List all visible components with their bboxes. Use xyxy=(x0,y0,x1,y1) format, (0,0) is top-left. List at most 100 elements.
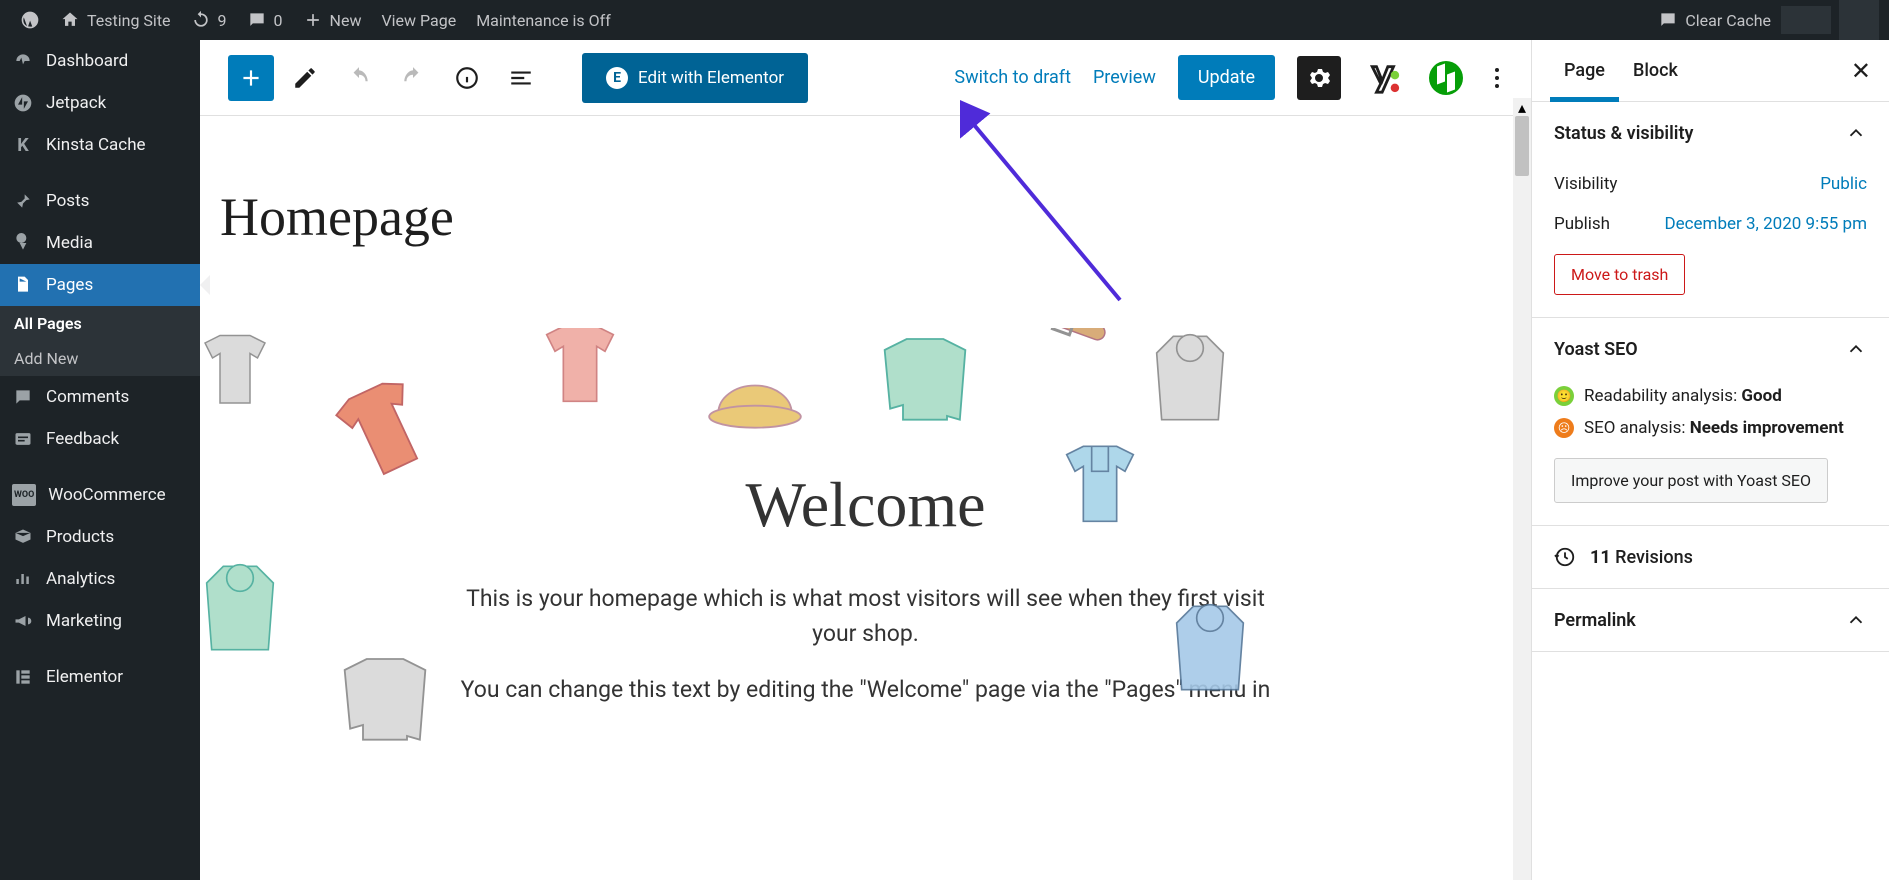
tshirt-pink-icon xyxy=(530,328,630,418)
sidebar-item-posts[interactable]: Posts xyxy=(0,180,200,222)
hoodie-blue-icon xyxy=(1160,598,1260,698)
admin-bar-placeholder-2 xyxy=(1839,0,1879,40)
update-button[interactable]: Update xyxy=(1178,55,1275,100)
home-icon xyxy=(60,10,80,30)
yoast-panel-toggle[interactable]: Yoast SEO xyxy=(1532,318,1889,380)
preview-link[interactable]: Preview xyxy=(1093,67,1156,88)
scrollbar-up-icon[interactable]: ▴ xyxy=(1513,98,1531,116)
comment-icon xyxy=(247,10,267,30)
belt-icon xyxy=(1015,328,1115,357)
canvas-scrollbar[interactable]: ▴ xyxy=(1513,116,1531,880)
megaphone-icon xyxy=(12,610,34,632)
redo-button[interactable] xyxy=(390,55,436,101)
hero-heading[interactable]: Welcome xyxy=(240,468,1491,542)
status-visibility-toggle[interactable]: Status & visibility xyxy=(1532,102,1889,164)
kinsta-icon: K xyxy=(12,134,34,156)
jacket-gray-icon xyxy=(330,648,440,758)
analytics-icon xyxy=(12,568,34,590)
comments-count: 0 xyxy=(274,11,283,30)
readability-row[interactable]: 🙂 Readability analysis: Good xyxy=(1554,380,1867,412)
admin-bar: Testing Site 9 0 New View Page Maintenan… xyxy=(0,0,1889,40)
view-page-link[interactable]: View Page xyxy=(371,0,466,40)
new-label: New xyxy=(330,11,362,30)
edit-with-elementor-button[interactable]: E Edit with Elementor xyxy=(582,53,808,103)
sidebar-item-elementor[interactable]: Elementor xyxy=(0,656,200,698)
settings-button[interactable] xyxy=(1297,56,1341,100)
new-link[interactable]: New xyxy=(293,0,372,40)
sidebar-item-jetpack[interactable]: Jetpack xyxy=(0,82,200,124)
clear-cache-link[interactable]: Clear Cache xyxy=(1648,0,1781,40)
pages-icon xyxy=(12,274,34,296)
undo-button[interactable] xyxy=(336,55,382,101)
submenu-add-new[interactable]: Add New xyxy=(0,341,200,376)
permalink-panel: Permalink xyxy=(1532,589,1889,652)
revisions-panel: 11 Revisions xyxy=(1532,526,1889,589)
move-to-trash-button[interactable]: Move to trash xyxy=(1554,254,1685,295)
more-options-button[interactable] xyxy=(1485,58,1509,98)
sidebar-item-marketing[interactable]: Marketing xyxy=(0,600,200,642)
yoast-panel: Yoast SEO 🙂 Readability analysis: Good ☹… xyxy=(1532,318,1889,526)
page-title[interactable]: Homepage xyxy=(220,186,1511,248)
cap-yellow-icon xyxy=(700,358,810,431)
sidebar-item-pages[interactable]: Pages xyxy=(0,264,200,306)
refresh-icon xyxy=(191,10,211,30)
chevron-up-icon xyxy=(1845,609,1867,631)
jetpack-button[interactable] xyxy=(1429,61,1463,95)
smiley-good-icon: 🙂 xyxy=(1554,386,1574,406)
updates-link[interactable]: 9 xyxy=(181,0,237,40)
hero-paragraph-1[interactable]: This is your homepage which is what most… xyxy=(456,582,1276,651)
sidebar-item-products[interactable]: Products xyxy=(0,516,200,558)
smiley-sad-icon: ☹ xyxy=(1554,418,1574,438)
submenu-all-pages[interactable]: All Pages xyxy=(0,306,200,341)
add-block-button[interactable] xyxy=(228,55,274,101)
history-icon xyxy=(1554,546,1576,568)
editor-main: E Edit with Elementor Switch to draft Pr… xyxy=(200,40,1889,880)
publish-value[interactable]: December 3, 2020 9:55 pm xyxy=(1664,214,1867,234)
plus-icon xyxy=(303,10,323,30)
sidebar-item-analytics[interactable]: Analytics xyxy=(0,558,200,600)
media-icon xyxy=(12,232,34,254)
pages-submenu: All Pages Add New xyxy=(0,306,200,376)
sidebar-item-woocommerce[interactable]: WOO WooCommerce xyxy=(0,474,200,516)
inspector-panel: Page Block ✕ Status & visibility Visibil… xyxy=(1531,40,1889,880)
sidebar-item-kinsta-cache[interactable]: K Kinsta Cache xyxy=(0,124,200,166)
comments-link[interactable]: 0 xyxy=(237,0,293,40)
maintenance-link[interactable]: Maintenance is Off xyxy=(466,0,621,40)
sidebar-item-comments[interactable]: Comments xyxy=(0,376,200,418)
yoast-icon xyxy=(1368,61,1402,95)
sidebar-item-media[interactable]: Media xyxy=(0,222,200,264)
sidebar-item-dashboard[interactable]: Dashboard xyxy=(0,40,200,82)
visibility-value[interactable]: Public xyxy=(1820,174,1867,194)
wp-logo[interactable] xyxy=(10,0,50,40)
edit-mode-button[interactable] xyxy=(282,55,328,101)
editor-toolbar: E Edit with Elementor Switch to draft Pr… xyxy=(200,40,1531,116)
hero-paragraph-2[interactable]: You can change this text by editing the … xyxy=(456,673,1276,708)
outline-button[interactable] xyxy=(498,55,544,101)
hoodie-green-icon xyxy=(200,558,290,658)
hoodie-gray-icon xyxy=(1140,328,1240,428)
status-visibility-panel: Status & visibility Visibility Public Pu… xyxy=(1532,102,1889,318)
feedback-icon xyxy=(12,428,34,450)
close-inspector-button[interactable]: ✕ xyxy=(1851,57,1871,85)
admin-sidebar: Dashboard Jetpack K Kinsta Cache Posts M… xyxy=(0,40,200,880)
tab-page[interactable]: Page xyxy=(1550,40,1619,101)
products-icon xyxy=(12,526,34,548)
info-button[interactable] xyxy=(444,55,490,101)
scrollbar-thumb[interactable] xyxy=(1515,116,1529,176)
improve-yoast-button[interactable]: Improve your post with Yoast SEO xyxy=(1554,458,1828,503)
updates-count: 9 xyxy=(218,11,227,30)
elementor-badge-icon: E xyxy=(606,67,628,89)
switch-to-draft-link[interactable]: Switch to draft xyxy=(954,67,1071,88)
site-name-link[interactable]: Testing Site xyxy=(50,0,181,40)
gear-icon xyxy=(1307,66,1331,90)
revisions-link[interactable]: 11 Revisions xyxy=(1532,526,1889,588)
permalink-toggle[interactable]: Permalink xyxy=(1532,589,1889,651)
editor-canvas[interactable]: Homepage Welcome T xyxy=(200,116,1531,880)
seo-row[interactable]: ☹ SEO analysis: Needs improvement xyxy=(1554,412,1867,444)
pin-icon xyxy=(12,190,34,212)
yoast-button[interactable] xyxy=(1363,56,1407,100)
tshirt-gray-icon xyxy=(200,328,280,418)
polo-blue-icon xyxy=(1050,438,1150,538)
tab-block[interactable]: Block xyxy=(1619,40,1692,101)
sidebar-item-feedback[interactable]: Feedback xyxy=(0,418,200,460)
